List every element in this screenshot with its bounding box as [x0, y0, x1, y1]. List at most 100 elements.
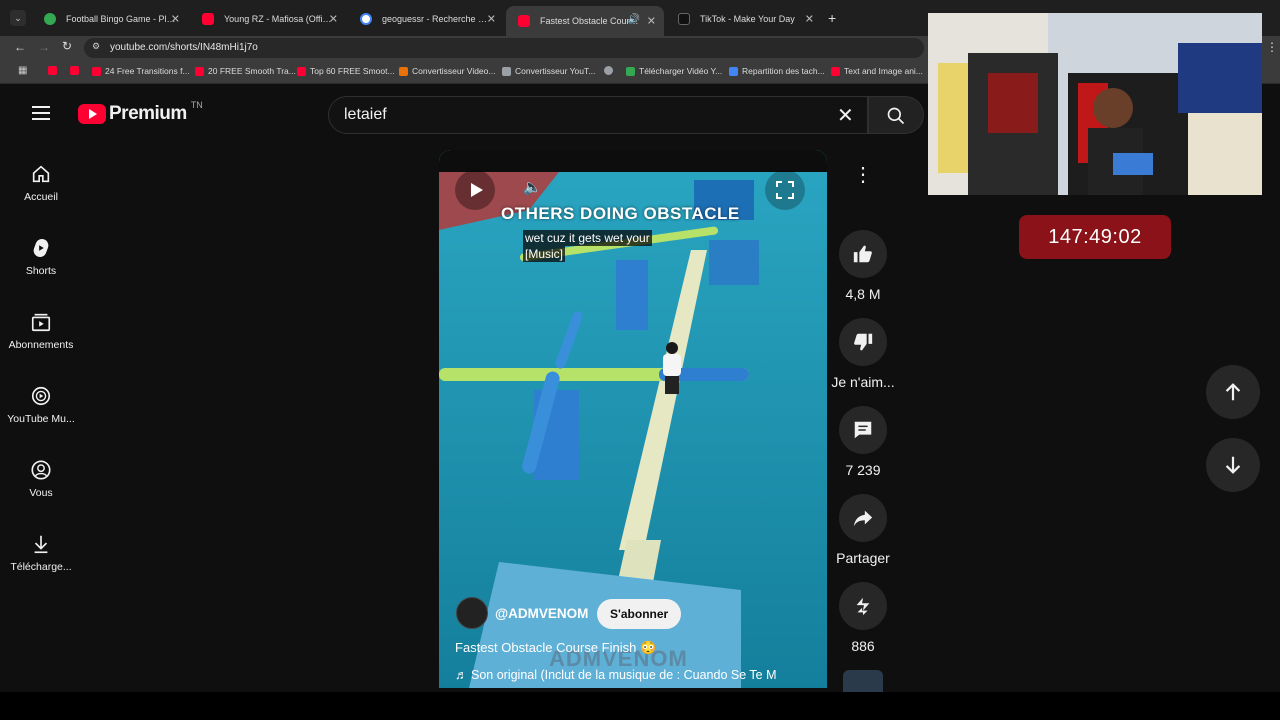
browser-tab[interactable]: Young RZ - Mafiosa (Official M ✕ [190, 8, 346, 30]
comments-button[interactable]: 7 239 [838, 406, 888, 478]
share-icon [853, 510, 873, 527]
nav-item-subscriptions[interactable]: Abonnements [0, 311, 82, 351]
bookmark-favicon-icon [297, 66, 306, 76]
forward-icon[interactable]: → [38, 40, 50, 54]
remix-count: 886 [851, 638, 875, 654]
thumbs-down-icon [854, 333, 873, 351]
nav-item-downloads[interactable]: Télécharge... [0, 533, 82, 573]
bookmark-favicon-icon [502, 66, 511, 76]
bookmark-item[interactable]: Convertisseur Video... [399, 66, 495, 76]
arrow-up-icon [1225, 383, 1241, 401]
shorts-icon [33, 238, 49, 258]
volume-icon: 🔈 [523, 179, 542, 196]
browser-tab[interactable]: geoguessr - Recherche Google ✕ [348, 8, 504, 30]
subscribe-button[interactable]: S'abonner [597, 599, 682, 629]
country-code: TN [190, 100, 203, 110]
nav-label: Télécharge... [10, 561, 72, 573]
webcam-feed [928, 13, 1262, 195]
bookmark-item[interactable] [48, 66, 61, 75]
share-button[interactable]: Partager [830, 494, 896, 566]
tab-favicon-icon [678, 13, 690, 25]
browser-tab[interactable]: TikTok - Make Your Day ✕ [666, 8, 822, 30]
bookmark-favicon-icon [48, 66, 57, 75]
search-box[interactable]: letaief ✕ [328, 96, 868, 134]
bottom-black-bar [0, 692, 1280, 720]
bookmark-favicon-icon [729, 66, 738, 76]
remix-icon [856, 597, 870, 616]
youtube-logo[interactable]: Premium TN [78, 100, 203, 126]
back-icon[interactable]: ← [14, 40, 26, 54]
music-note-icon: ♬ [455, 668, 468, 682]
bookmark-favicon-icon [604, 66, 613, 75]
next-short-button[interactable] [1206, 438, 1260, 492]
subscriptions-icon [31, 313, 51, 332]
site-info-icon[interactable]: ⚙ [92, 41, 100, 52]
address-bar[interactable]: ⚙ youtube.com/shorts/IN48mHi1j7o [84, 38, 924, 58]
remix-button[interactable]: 886 [838, 582, 888, 654]
webcam-overlay [928, 13, 1262, 195]
bookmark-item[interactable]: Repartition des tach... [729, 66, 825, 76]
bookmark-item[interactable] [70, 66, 83, 75]
bookmark-item[interactable]: Convertisseur YouT... [502, 66, 595, 76]
close-tab-icon[interactable]: ✕ [487, 13, 496, 26]
sound-thumbnail[interactable] [843, 670, 883, 692]
home-icon [32, 165, 50, 183]
dislike-button[interactable]: Je n'aim... [830, 318, 896, 390]
tab-search-dropdown[interactable]: ⌄ [10, 10, 26, 26]
share-label: Partager [836, 550, 890, 566]
play-button[interactable] [455, 170, 495, 210]
bookmark-item[interactable] [604, 66, 617, 75]
new-tab-icon[interactable]: + [828, 10, 836, 26]
download-icon [34, 535, 48, 554]
arrow-down-icon [1225, 456, 1241, 474]
thumbs-up-icon [853, 245, 872, 263]
bookmark-item[interactable]: Télécharger Vidéo Y... [626, 66, 722, 76]
tab-favicon-icon [518, 15, 530, 27]
search-button[interactable] [868, 96, 924, 134]
comment-icon [854, 421, 872, 439]
apps-grid-icon[interactable]: ▦ [18, 65, 27, 76]
music-icon [31, 386, 51, 406]
more-options-button[interactable]: ⋮ [838, 152, 888, 204]
close-tab-icon[interactable]: ✕ [329, 13, 338, 26]
bookmark-item[interactable]: Text and Image ani... [831, 66, 923, 76]
channel-name[interactable]: @ADMVENOM [495, 606, 588, 621]
tab-favicon-icon [202, 13, 214, 25]
nav-item-shorts[interactable]: Shorts [0, 237, 82, 277]
nav-label: Vous [29, 487, 53, 499]
previous-short-button[interactable] [1206, 365, 1260, 419]
close-tab-icon[interactable]: ✕ [647, 15, 656, 28]
nav-item-youtube-music[interactable]: YouTube Mu... [0, 385, 82, 425]
nav-item-you[interactable]: Vous [0, 459, 82, 499]
video-title[interactable]: Fastest Obstacle Course Finish 😳 [455, 640, 656, 656]
browser-tab[interactable]: Football Bingo Game - Play No ✕ [32, 8, 188, 30]
bookmark-item[interactable]: 24 Free Transitions f... [92, 66, 190, 76]
short-video-player[interactable]: 🔈 OTHERS DOING OBSTACLE wet cuz it gets … [439, 150, 827, 688]
like-button[interactable]: 4,8 M [838, 230, 888, 302]
reload-icon[interactable]: ↻ [62, 39, 72, 53]
close-tab-icon[interactable]: ✕ [805, 13, 814, 26]
browser-tab-active[interactable]: Fastest Obstacle Course Fini 🔊 ✕ [506, 6, 664, 36]
menu-icon[interactable] [32, 106, 50, 120]
search-input[interactable]: letaief [344, 106, 387, 124]
stream-timer: 147:49:02 [1019, 215, 1171, 259]
dislike-label: Je n'aim... [831, 374, 895, 390]
nav-item-home[interactable]: Accueil [0, 163, 82, 203]
nav-label: Abonnements [8, 339, 74, 351]
clear-search-icon[interactable]: ✕ [837, 103, 854, 128]
bookmark-item[interactable]: Top 60 FREE Smoot... [297, 66, 395, 76]
search-icon [887, 107, 905, 125]
audio-playing-icon[interactable]: 🔊 [628, 14, 640, 25]
bookmark-item[interactable]: 20 FREE Smooth Tra... [195, 66, 296, 76]
more-menu-icon[interactable]: ⋮ [1266, 40, 1278, 54]
music-row[interactable]: ♬ Son original (Inclut de la musique de … [455, 668, 777, 682]
fullscreen-icon [776, 181, 794, 199]
channel-avatar[interactable] [456, 597, 488, 629]
logo-text: Premium [109, 103, 187, 124]
close-tab-icon[interactable]: ✕ [171, 13, 180, 26]
volume-button[interactable]: 🔈 [523, 178, 542, 196]
video-overlay-title: OTHERS DOING OBSTACLE [501, 204, 740, 223]
caption-line: wet cuz it gets wet your [523, 230, 652, 246]
closed-caption: wet cuz it gets wet your [Music] [523, 230, 652, 262]
fullscreen-button[interactable] [765, 170, 805, 210]
